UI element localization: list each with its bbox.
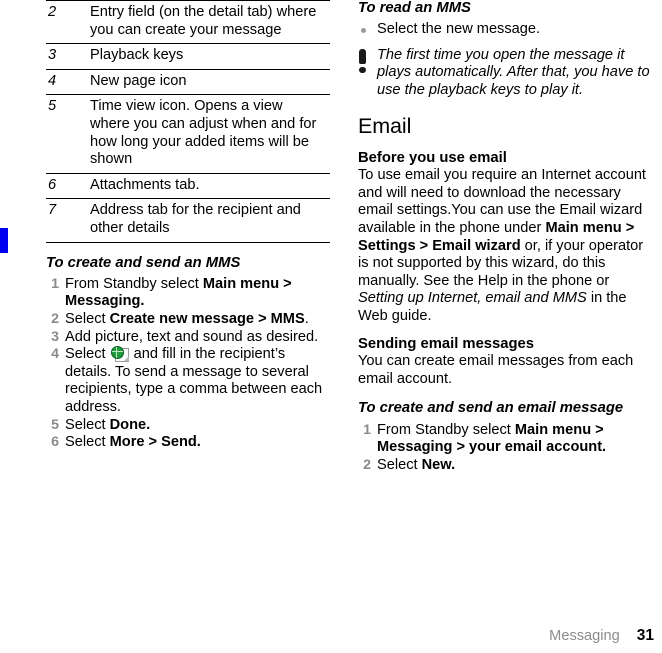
left-column: 2 Entry field (on the detail tab) where y…: [46, 0, 330, 452]
procedure-heading-create-send-email: To create and send an email message: [358, 400, 624, 417]
page-footer: Messaging 31: [549, 627, 654, 645]
reference-number: 3: [48, 47, 57, 64]
chapter-edge-tab-marker: [0, 228, 8, 253]
text-run: .: [304, 311, 309, 328]
text-run: New.: [421, 456, 456, 473]
table-cell-description: Playback keys: [90, 43, 330, 70]
text-run: From Standby select: [65, 275, 203, 292]
table-cell-number: 5: [46, 94, 90, 174]
bullet-dot-icon: [361, 28, 366, 34]
text-run: Create new message > MMS: [109, 311, 305, 328]
table-cell-number: 7: [46, 198, 90, 243]
text-run: Select: [377, 456, 422, 473]
reference-number: 4: [48, 72, 57, 89]
table-cell-description: Entry field (on the detail tab) where yo…: [90, 0, 330, 45]
text-run: More > Send.: [109, 434, 201, 451]
text-run: Add picture, text and sound as desired.: [65, 328, 319, 345]
text-run: Done.: [109, 416, 151, 433]
steps-create-send-email: From Standby select Main menu > Messagin…: [358, 422, 654, 475]
table-cell-number: 4: [46, 68, 90, 96]
procedure-step: From Standby select Main menu > Messagin…: [358, 422, 654, 457]
procedure-heading-create-send-mms: To create and send an MMS: [46, 254, 241, 271]
note-block-mms-playback: The first time you open the message it p…: [358, 47, 654, 100]
procedure-step: From Standby select Main menu > Messagin…: [46, 276, 330, 311]
table-row: 5 Time view icon. Opens a view where you …: [46, 94, 330, 174]
table-cell-description: Attachments tab.: [90, 172, 330, 200]
text-run: Setting up Internet, email and MMS: [358, 290, 587, 307]
paragraph-before-you-use-email: To use email you require an Internet acc…: [358, 167, 654, 325]
note-text: The first time you open the message it p…: [377, 46, 650, 99]
exclamation-icon: [358, 48, 368, 79]
mms-reference-table: 2 Entry field (on the detail tab) where y…: [46, 0, 330, 243]
list-item-label: Select the new message.: [377, 21, 541, 38]
table-cell-number: 2: [46, 0, 90, 45]
text-run: Select: [65, 346, 110, 363]
reference-number: 7: [48, 202, 57, 219]
procedure-step: Select More > Send.: [46, 434, 330, 452]
text-run: Select: [65, 434, 110, 451]
table-row: 3 Playback keys: [46, 43, 330, 70]
paragraph-sending-email-messages: You can create email messages from each …: [358, 353, 634, 387]
read-mms-bullet-list: Select the new message.: [358, 21, 654, 39]
reference-number: 2: [48, 4, 57, 20]
reference-table-body: 2 Entry field (on the detail tab) where y…: [46, 0, 330, 243]
table-cell-description: Time view icon. Opens a view where you c…: [90, 94, 330, 174]
right-column: To read an MMS Select the new message. T…: [358, 0, 654, 474]
table-cell-description: Address tab for the recipient and other …: [90, 198, 330, 243]
reference-number: 5: [48, 98, 57, 115]
subheading-before-you-use-email: Before you use email: [358, 149, 507, 166]
section-heading-email: Email: [358, 113, 412, 138]
table-row: 4 New page icon: [46, 68, 330, 96]
table-cell-number: 6: [46, 172, 90, 200]
procedure-step: Select Create new message > MMS.: [46, 311, 330, 329]
table-cell-description: New page icon: [90, 68, 330, 96]
procedure-step: Select Done.: [46, 417, 330, 435]
manual-page: 2 Entry field (on the detail tab) where y…: [0, 0, 662, 653]
table-row: 2 Entry field (on the detail tab) where y…: [46, 0, 330, 45]
table-row: 7 Address tab for the recipient and other…: [46, 198, 330, 243]
procedure-step: Select and fill in the recipient’s detai…: [46, 346, 330, 416]
procedure-heading-read-mms: To read an MMS: [358, 0, 471, 16]
table-row: 6 Attachments tab.: [46, 172, 330, 200]
reference-number: 6: [48, 176, 57, 193]
text-run: Select: [65, 416, 110, 433]
text-run: From Standby select: [377, 421, 515, 438]
subheading-sending-email-messages: Sending email messages: [358, 335, 534, 352]
steps-create-send-mms: From Standby select Main menu > Messagin…: [46, 276, 330, 452]
procedure-step: Add picture, text and sound as desired.: [46, 329, 330, 347]
procedure-step: Select New.: [358, 457, 654, 475]
list-item: Select the new message.: [358, 21, 654, 39]
footer-page-number: 31: [636, 627, 654, 644]
text-run: Select: [65, 311, 110, 328]
mms-recipient-icon: [110, 346, 129, 363]
footer-chapter-name: Messaging: [549, 628, 620, 644]
table-cell-number: 3: [46, 43, 90, 70]
